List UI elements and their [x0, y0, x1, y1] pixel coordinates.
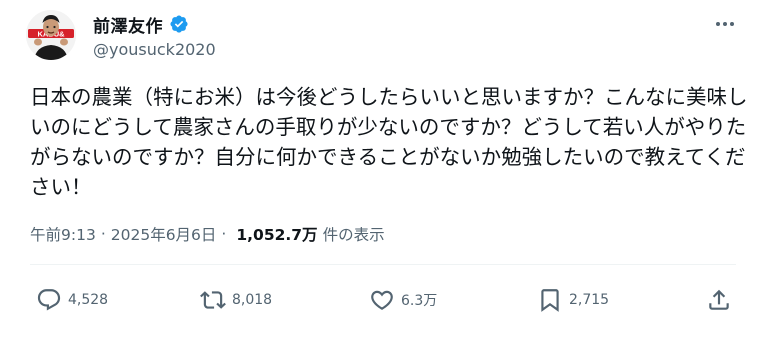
- reply-button[interactable]: 4,528: [36, 285, 108, 315]
- more-icon: [716, 22, 734, 26]
- reply-count: 4,528: [68, 292, 109, 308]
- like-button[interactable]: 6.3万: [369, 285, 437, 315]
- repost-count: 8,018: [232, 292, 273, 308]
- author-display-name[interactable]: 前澤友作: [93, 12, 163, 37]
- author-name-row: 前澤友作: [93, 12, 189, 37]
- tweet: KABU& 前澤友作 @yousuck2020 日本の農業（特にお米）は今後どう…: [0, 0, 766, 341]
- post-date[interactable]: 2025年6月6日: [111, 223, 217, 245]
- verified-badge-icon: [170, 15, 188, 33]
- repost-button[interactable]: 8,018: [200, 285, 272, 315]
- bookmark-icon: [541, 289, 559, 312]
- divider: [30, 264, 736, 265]
- views-count[interactable]: 1,052.7万: [236, 223, 317, 245]
- repost-icon: [200, 291, 226, 309]
- bookmark-button[interactable]: 2,715: [537, 285, 609, 315]
- reply-icon: [37, 289, 61, 311]
- author-handle[interactable]: @yousuck2020: [93, 40, 216, 59]
- post-meta: 午前9:13 · 2025年6月6日 · 1,052.7万 件の表示: [30, 223, 385, 245]
- share-icon: [709, 289, 729, 310]
- avatar-image: KABU&: [26, 10, 76, 60]
- bookmark-count: 2,715: [569, 292, 610, 308]
- share-button[interactable]: [706, 285, 732, 315]
- action-bar: 4,528 8,018 6.3万 2,715: [0, 285, 766, 315]
- avatar[interactable]: KABU&: [26, 10, 76, 60]
- more-options-button[interactable]: [712, 14, 738, 34]
- like-count: 6.3万: [401, 293, 438, 309]
- meta-separator: ·: [100, 225, 106, 243]
- views-label: 件の表示: [322, 226, 385, 244]
- post-time[interactable]: 午前9:13: [30, 223, 96, 245]
- like-icon: [371, 290, 393, 310]
- post-text: 日本の農業（特にお米）は今後どうしたらいいと思いますか？こんなに美味しいのにどう…: [30, 85, 748, 199]
- meta-separator: ·: [221, 225, 227, 243]
